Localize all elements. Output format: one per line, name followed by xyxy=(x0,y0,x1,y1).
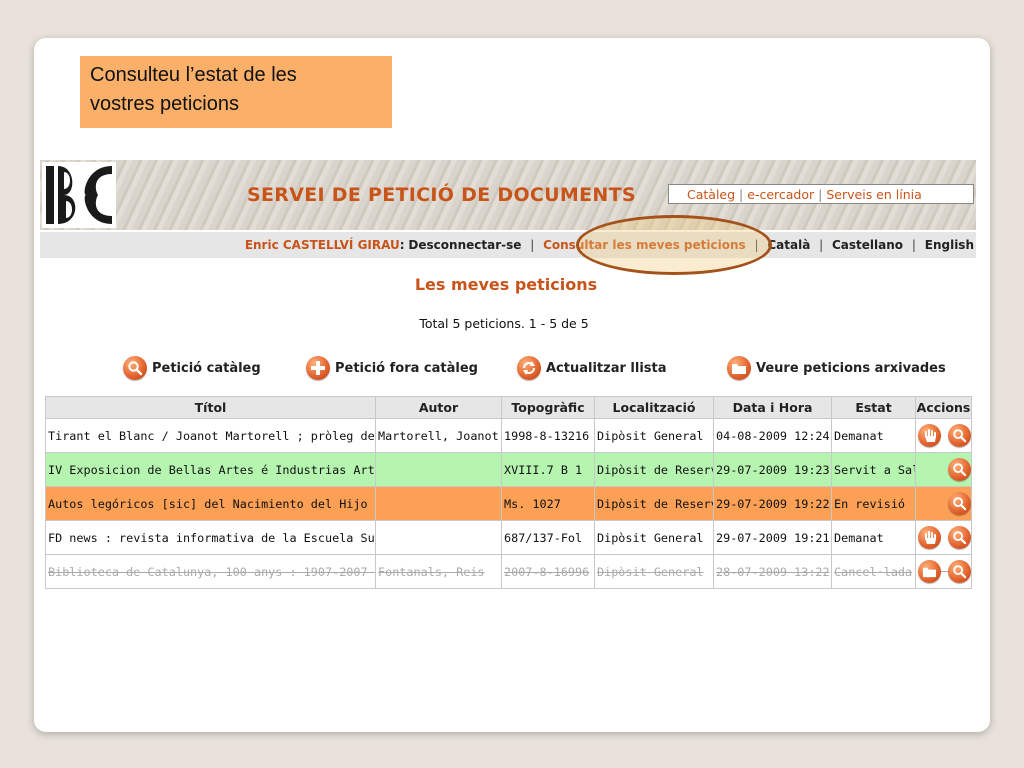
logout-link[interactable]: Desconnectar-se xyxy=(408,238,521,252)
outside-catalog-request-button[interactable]: Petició fora catàleg xyxy=(306,355,478,381)
user-bar: Enric CASTELLVÍ GIRAU: Desconnectar-se |… xyxy=(40,232,976,258)
magnifier-icon[interactable] xyxy=(948,560,971,583)
separator: | xyxy=(739,187,744,202)
magnifier-icon[interactable] xyxy=(948,492,971,515)
library-logo xyxy=(42,162,116,228)
cell-actions xyxy=(915,452,972,487)
cell-title: Tirant el Blanc / Joanot Martorell ; prò… xyxy=(45,418,376,453)
link-e-cercador[interactable]: e-cercador xyxy=(747,187,814,202)
cell-topographic: 2007-8-16996 xyxy=(501,554,595,589)
separator: | xyxy=(754,238,759,252)
magnifier-icon xyxy=(123,356,147,380)
cell-actions xyxy=(915,418,972,453)
table-row[interactable]: Biblioteca de Catalunya, 100 anys : 1907… xyxy=(45,554,972,589)
cell-title: Biblioteca de Catalunya, 100 anys : 1907… xyxy=(45,554,376,589)
callout-line-1: Consulteu l’estat de les xyxy=(90,64,297,86)
cell-status: Demanat xyxy=(831,418,916,453)
cell-topographic: Ms. 1027 xyxy=(501,486,595,521)
separator: | xyxy=(818,187,823,202)
archived-requests-button[interactable]: Veure peticions arxivades xyxy=(727,355,946,381)
cell-author xyxy=(375,520,502,555)
empty-slot xyxy=(918,458,941,481)
requests-table: Títol Autor Topogràfic Localització Data… xyxy=(45,396,972,589)
cell-actions xyxy=(915,554,972,589)
col-author[interactable]: Autor xyxy=(375,396,502,419)
callout-line-2: vostres peticions xyxy=(90,93,239,115)
table-row[interactable]: Autos legóricos [sic] del Nacimiento del… xyxy=(45,486,972,521)
col-actions: Accions xyxy=(915,396,972,419)
user-colon: : xyxy=(399,238,405,252)
cell-location: Dipòsit General xyxy=(594,520,714,555)
col-date[interactable]: Data i Hora xyxy=(713,396,832,419)
my-requests-link[interactable]: Consultar les meves peticions xyxy=(543,238,746,252)
cell-date: 29-07-2009 19:22 xyxy=(713,486,832,521)
col-title[interactable]: Títol xyxy=(45,396,376,419)
catalog-request-button[interactable]: Petició catàleg xyxy=(123,355,261,381)
cell-date: 29-07-2009 19:23 xyxy=(713,452,832,487)
service-title: SERVEI DE PETICIÓ DE DOCUMENTS xyxy=(247,184,636,206)
lang-catala-link[interactable]: Català xyxy=(767,238,810,252)
col-location[interactable]: Localització xyxy=(594,396,714,419)
table-row[interactable]: Tirant el Blanc / Joanot Martorell ; prò… xyxy=(45,418,972,453)
lang-english-link[interactable]: English xyxy=(925,238,974,252)
site-banner: SERVEI DE PETICIÓ DE DOCUMENTS Catàleg | e… xyxy=(40,160,976,230)
cell-location: Dipòsit de Reserva xyxy=(594,452,714,487)
col-status[interactable]: Estat xyxy=(831,396,916,419)
folder-icon[interactable] xyxy=(918,560,941,583)
empty-slot xyxy=(918,492,941,515)
separator: | xyxy=(911,238,916,252)
folder-icon xyxy=(727,356,751,380)
archived-label: Veure peticions arxivades xyxy=(756,360,946,376)
table-header-row: Títol Autor Topogràfic Localització Data… xyxy=(45,396,972,419)
slide-card xyxy=(34,38,990,732)
cell-author xyxy=(375,452,502,487)
cell-actions xyxy=(915,520,972,555)
col-topographic[interactable]: Topogràfic xyxy=(501,396,595,419)
magnifier-icon[interactable] xyxy=(948,526,971,549)
cell-location: Dipòsit General xyxy=(594,418,714,453)
lang-castellano-link[interactable]: Castellano xyxy=(832,238,903,252)
catalog-request-label: Petició catàleg xyxy=(152,360,261,376)
cell-actions xyxy=(915,486,972,521)
separator: | xyxy=(530,238,535,252)
page-title: Les meves peticions xyxy=(414,275,598,294)
magnifier-icon[interactable] xyxy=(948,424,971,447)
cell-title: FD news : revista informativa de la Escu… xyxy=(45,520,376,555)
cell-topographic: 687/137-Fol xyxy=(501,520,595,555)
table-row[interactable]: FD news : revista informativa de la Escu… xyxy=(45,520,972,555)
cell-topographic: 1998-8-13216 xyxy=(501,418,595,453)
cell-date: 04-08-2009 12:24 xyxy=(713,418,832,453)
cell-author: Martorell, Joanot, c xyxy=(375,418,502,453)
outside-catalog-label: Petició fora catàleg xyxy=(335,360,478,376)
user-name: Enric CASTELLVÍ GIRAU xyxy=(244,238,400,252)
cell-status: Cancel·lada xyxy=(831,554,916,589)
cell-author: Fontanals, Reis xyxy=(375,554,502,589)
hand-icon[interactable] xyxy=(918,526,941,549)
magnifier-icon[interactable] xyxy=(948,458,971,481)
cell-title: Autos legóricos [sic] del Nacimiento del… xyxy=(45,486,376,521)
link-serveis-en-linia[interactable]: Serveis en línia xyxy=(826,187,921,202)
cell-topographic: XVIII.7 B 1 xyxy=(501,452,595,487)
cell-location: Dipòsit General xyxy=(594,554,714,589)
link-cataleg[interactable]: Catàleg xyxy=(687,187,735,202)
cell-location: Dipòsit de Reserva xyxy=(594,486,714,521)
refresh-list-button[interactable]: Actualitzar llista xyxy=(517,355,667,381)
refresh-icon xyxy=(517,356,541,380)
results-count: Total 5 peticions. 1 - 5 de 5 xyxy=(419,316,589,331)
cell-status: Demanat xyxy=(831,520,916,555)
separator: | xyxy=(819,238,824,252)
cell-date: 28-07-2009 13:22 xyxy=(713,554,832,589)
cell-author xyxy=(375,486,502,521)
table-row[interactable]: IV Exposicion de Bellas Artes é Industri… xyxy=(45,452,972,487)
refresh-label: Actualitzar llista xyxy=(546,360,667,376)
cell-status: Servit a Sala xyxy=(831,452,916,487)
cell-title: IV Exposicion de Bellas Artes é Industri… xyxy=(45,452,376,487)
callout-box: Consulteu l’estat de les vostres peticio… xyxy=(80,56,392,128)
cell-status: En revisió xyxy=(831,486,916,521)
cell-date: 29-07-2009 19:21 xyxy=(713,520,832,555)
plus-icon xyxy=(306,356,330,380)
top-links: Catàleg | e-cercador | Serveis en línia xyxy=(668,184,974,204)
hand-icon[interactable] xyxy=(918,424,941,447)
